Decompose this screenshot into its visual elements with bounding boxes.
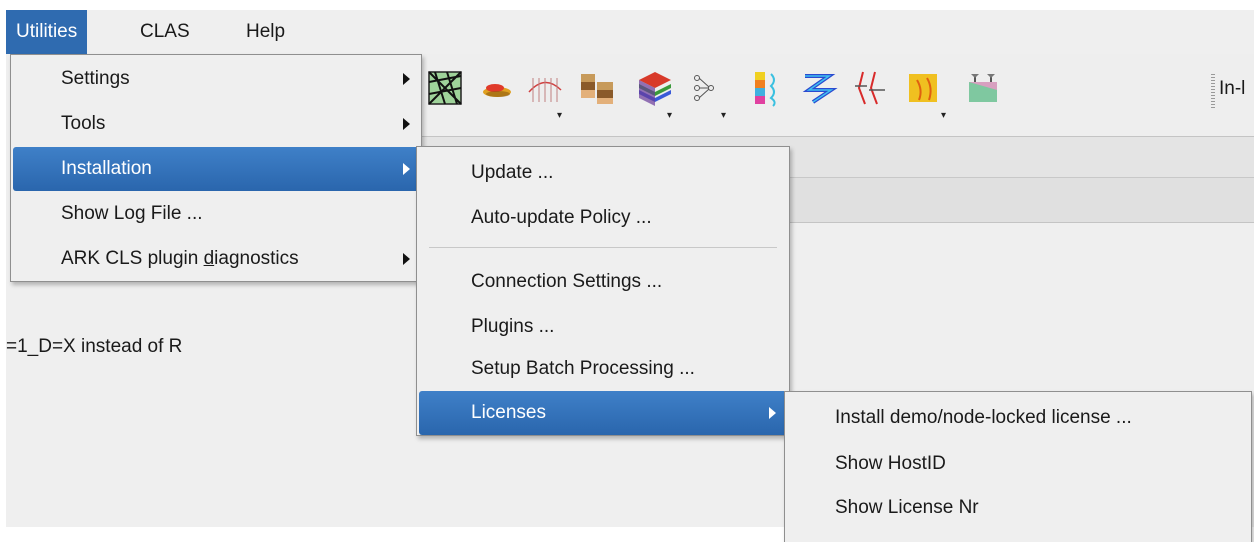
dropdown-arrow-icon[interactable]: ▾ bbox=[721, 110, 726, 121]
toolbar-separator bbox=[1211, 74, 1215, 108]
menu-item-label: Update ... bbox=[471, 162, 554, 183]
submenu-arrow-icon bbox=[403, 163, 410, 175]
menu-item-label-part: iagnostics bbox=[214, 248, 299, 269]
menu-item-auto-update-policy[interactable]: Auto-update Policy ... bbox=[417, 196, 789, 240]
content-text: =1_D=X instead of R bbox=[6, 336, 183, 357]
layer-blocks-icon[interactable] bbox=[577, 68, 617, 108]
menu-item-installation[interactable]: Installation bbox=[13, 147, 419, 191]
menu-item-label: Settings bbox=[61, 68, 130, 89]
menu-item-settings[interactable]: Settings bbox=[11, 57, 421, 101]
menu-item-label: Plugins ... bbox=[471, 316, 555, 337]
menu-item-setup-batch-processing[interactable]: Setup Batch Processing ... bbox=[417, 347, 789, 391]
menu-clas[interactable]: CLAS bbox=[130, 10, 200, 54]
menu-item-ark-cls-plugin-diagnostics[interactable]: ARK CLS plugin diagnostics bbox=[11, 237, 421, 281]
menu-item-tools[interactable]: Tools bbox=[11, 102, 421, 146]
well-log-icon[interactable] bbox=[799, 68, 839, 108]
menu-utilities[interactable]: Utilities bbox=[6, 10, 88, 54]
menu-separator bbox=[429, 247, 777, 248]
menu-help[interactable]: Help bbox=[236, 10, 295, 54]
menu-item-label: Tools bbox=[61, 113, 106, 134]
toolbar-inline-label[interactable]: In-l bbox=[1219, 78, 1245, 100]
map-view-icon[interactable] bbox=[905, 68, 945, 108]
menu-item-connection-settings[interactable]: Connection Settings ... bbox=[417, 260, 789, 304]
main-toolbar: ▾ ▾ ▾ ▾ In-l bbox=[411, 54, 1254, 137]
menu-item-show-log-file[interactable]: Show Log File ... bbox=[11, 192, 421, 236]
submenu-arrow-icon bbox=[403, 253, 410, 265]
cross-section-icon[interactable] bbox=[963, 68, 1003, 108]
color-bar-icon[interactable] bbox=[747, 68, 787, 108]
menu-item-label: Setup Batch Processing ... bbox=[471, 358, 695, 379]
menu-item-label: Licenses bbox=[471, 402, 546, 423]
menu-item-label-part: ARK CLS plugin bbox=[61, 248, 204, 269]
colored-layers-icon[interactable] bbox=[635, 68, 675, 108]
menu-item-label: Show Log File ... bbox=[61, 203, 203, 224]
submenu-arrow-icon bbox=[769, 407, 776, 419]
menu-item-plugins[interactable]: Plugins ... bbox=[417, 305, 789, 349]
menu-item-label: ARK CLS plugin diagnostics bbox=[61, 237, 299, 281]
menu-item-show-license-nr[interactable]: Show License Nr bbox=[785, 486, 1251, 530]
menu-item-label: Auto-update Policy ... bbox=[471, 207, 652, 228]
menu-item-label: Connection Settings ... bbox=[471, 271, 663, 292]
menu-item-label: Show License Nr bbox=[835, 497, 979, 518]
network-node-icon[interactable] bbox=[687, 68, 727, 108]
submenu-arrow-icon bbox=[403, 118, 410, 130]
application-window: Utilities CLAS Help ▾ ▾ ▾ ▾ In-l =1_D=X … bbox=[6, 10, 1254, 542]
submenu-arrow-icon bbox=[403, 73, 410, 85]
menu-item-label: Installation bbox=[61, 158, 152, 179]
mnemonic-letter: d bbox=[203, 248, 215, 269]
fault-icon[interactable] bbox=[851, 68, 891, 108]
menu-item-label: Install demo/node-locked license ... bbox=[835, 407, 1132, 428]
menu-item-licenses[interactable]: Licenses bbox=[419, 391, 787, 435]
menu-item-show-hostid[interactable]: Show HostID bbox=[785, 442, 1251, 486]
well-trajectory-icon[interactable] bbox=[525, 68, 565, 108]
horizon-surface-icon[interactable] bbox=[477, 68, 517, 108]
utilities-menu: Settings Tools Installation Show Log Fil… bbox=[10, 54, 422, 282]
menu-item-update[interactable]: Update ... bbox=[417, 151, 789, 195]
dropdown-arrow-icon[interactable]: ▾ bbox=[557, 110, 562, 121]
menu-item-label: Show HostID bbox=[835, 453, 946, 474]
licenses-submenu: Install demo/node-locked license ... Sho… bbox=[784, 391, 1252, 542]
seismic-grid-icon[interactable] bbox=[425, 68, 465, 108]
dropdown-arrow-icon[interactable]: ▾ bbox=[667, 110, 672, 121]
menu-bar: Utilities CLAS Help bbox=[6, 10, 1254, 54]
dropdown-arrow-icon[interactable]: ▾ bbox=[941, 110, 946, 121]
installation-submenu: Update ... Auto-update Policy ... Connec… bbox=[416, 146, 790, 436]
menu-item-install-license[interactable]: Install demo/node-locked license ... bbox=[785, 396, 1251, 440]
